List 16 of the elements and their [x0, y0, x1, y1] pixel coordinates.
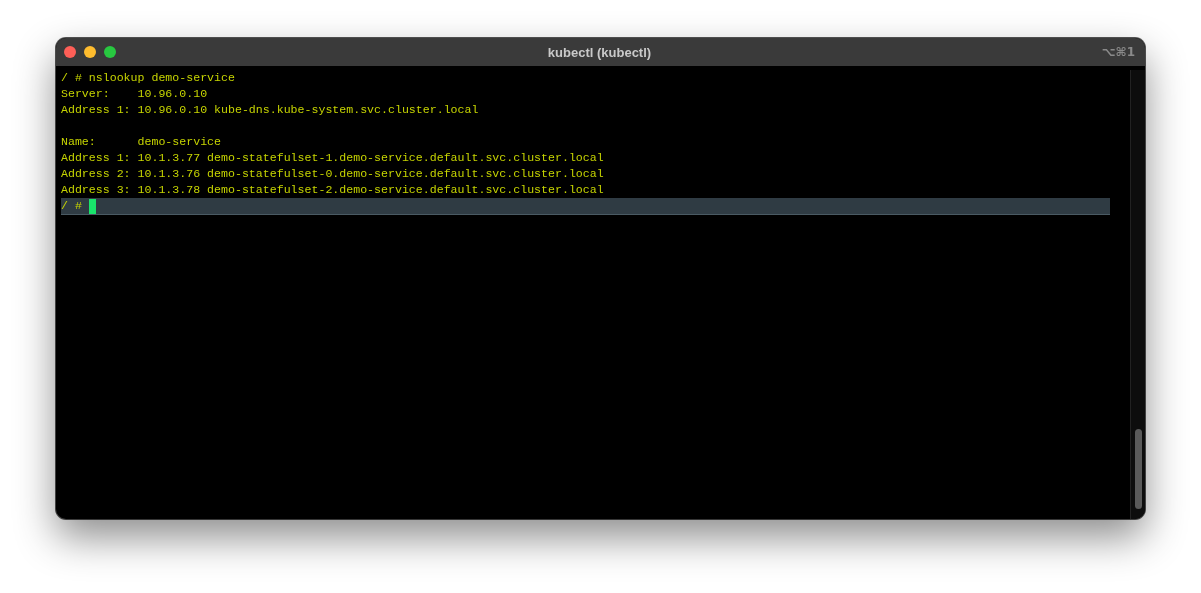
shortcut-label: ⌥⌘1: [1101, 45, 1135, 59]
terminal-line: Name: demo-service: [61, 134, 223, 150]
scrollbar-thumb[interactable]: [1134, 429, 1142, 509]
terminal-line: Address 1: 10.1.3.77 demo-statefulset-1.demo-service.default.svc.cluster.local: [61, 150, 605, 166]
text-cursor: [88, 198, 96, 214]
scrollbar[interactable]: [1130, 70, 1145, 519]
shell-prompt: / #: [61, 198, 82, 214]
minimize-button[interactable]: [84, 46, 96, 58]
terminal-line: Address 2: 10.1.3.76 demo-statefulset-0.demo-service.default.svc.cluster.local: [61, 166, 605, 182]
terminal-line: / # nslookup demo-service: [61, 70, 236, 86]
zoom-button[interactable]: [104, 46, 116, 58]
close-button[interactable]: [64, 46, 76, 58]
window-title: kubectl (kubectl): [547, 44, 652, 60]
terminal-line: Address 3: 10.1.3.78 demo-statefulset-2.demo-service.default.svc.cluster.local: [61, 182, 605, 198]
terminal-line: Server: 10.96.0.10: [61, 86, 209, 102]
terminal-line: Address 1: 10.96.0.10 kube-dns.kube-system.svc.cluster.local: [61, 102, 480, 118]
